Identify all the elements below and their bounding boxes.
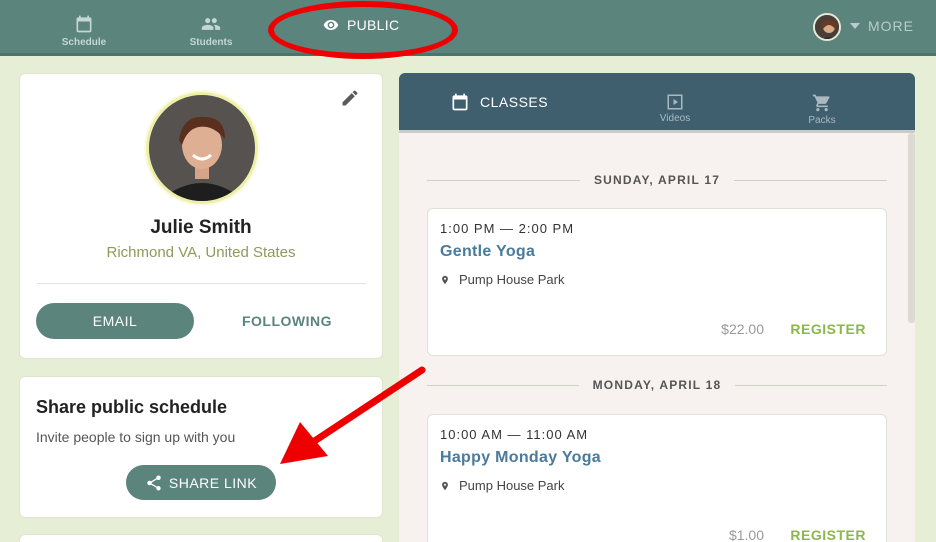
- people-icon: [201, 18, 221, 30]
- profile-card: Julie Smith Richmond VA, United States E…: [19, 73, 383, 359]
- next-card: [19, 534, 383, 542]
- tab-videos-label: Videos: [659, 113, 691, 124]
- day-header: SUNDAY, APRIL 17: [427, 172, 888, 188]
- schedule-tabs: CLASSES Videos Packs: [399, 73, 915, 133]
- class-name-link[interactable]: Gentle Yoga: [440, 243, 535, 261]
- day-date: MONDAY, APRIL 18: [592, 378, 722, 392]
- nav-schedule[interactable]: Schedule: [44, 14, 124, 48]
- annotation-ellipse: [268, 1, 458, 59]
- share-link-label: SHARE LINK: [168, 474, 258, 491]
- tab-packs[interactable]: Packs: [792, 93, 852, 126]
- divider: [37, 283, 366, 284]
- day-header: MONDAY, APRIL 18: [427, 377, 888, 393]
- cart-icon: [812, 94, 830, 112]
- share-icon: [147, 474, 161, 490]
- class-location-text: Pump House Park: [459, 272, 565, 287]
- register-button[interactable]: REGISTER: [790, 321, 866, 337]
- more-menu[interactable]: MORE: [850, 18, 914, 34]
- user-avatar[interactable]: [813, 13, 841, 41]
- class-price: $22.00: [721, 321, 764, 337]
- location-pin-icon: [442, 481, 448, 490]
- avatar-photo: [815, 15, 839, 39]
- nav-students[interactable]: Students: [171, 14, 251, 48]
- email-button[interactable]: EMAIL: [36, 303, 194, 339]
- edit-icon[interactable]: [340, 88, 360, 113]
- class-location: Pump House Park: [440, 478, 565, 493]
- schedule-panel: CLASSES Videos Packs SUNDAY, APRIL 17 1:…: [399, 73, 915, 542]
- more-label: MORE: [868, 18, 914, 34]
- share-subtitle: Invite people to sign up with you: [36, 429, 236, 445]
- tab-videos[interactable]: Videos: [645, 93, 705, 124]
- profile-location: Richmond VA, United States: [106, 244, 296, 261]
- class-time: 10:00 AM — 11:00 AM: [440, 427, 589, 442]
- annotation-arrow: [280, 366, 426, 464]
- class-card[interactable]: 10:00 AM — 11:00 AM Happy Monday Yoga Pu…: [427, 414, 887, 542]
- tab-packs-label: Packs: [808, 115, 836, 126]
- following-button[interactable]: FOLLOWING: [220, 303, 354, 339]
- calendar-icon: [452, 93, 468, 111]
- scrollbar[interactable]: [908, 133, 915, 323]
- share-title: Share public schedule: [36, 397, 228, 417]
- top-nav-bar: Schedule Students PUBLIC MORE: [0, 0, 936, 56]
- class-name-link[interactable]: Happy Monday Yoga: [440, 449, 601, 467]
- profile-avatar: [146, 92, 258, 204]
- share-link-button[interactable]: SHARE LINK: [126, 465, 276, 500]
- tab-classes[interactable]: CLASSES: [450, 92, 548, 112]
- nav-schedule-label: Schedule: [61, 37, 107, 48]
- class-price: $1.00: [728, 527, 764, 542]
- class-location: Pump House Park: [440, 272, 565, 287]
- location-pin-icon: [442, 275, 448, 284]
- tab-classes-label: CLASSES: [480, 94, 549, 110]
- class-location-text: Pump House Park: [459, 478, 565, 493]
- day-date: SUNDAY, APRIL 17: [593, 173, 721, 187]
- class-time: 1:00 PM — 2:00 PM: [440, 221, 575, 236]
- class-card[interactable]: 1:00 PM — 2:00 PM Gentle Yoga Pump House…: [427, 208, 887, 356]
- register-button[interactable]: REGISTER: [790, 527, 866, 542]
- profile-name: Julie Smith: [150, 217, 252, 238]
- calendar-icon: [76, 15, 92, 33]
- play-icon: [667, 94, 683, 110]
- caret-down-icon: [850, 23, 860, 29]
- nav-students-label: Students: [189, 37, 233, 48]
- profile-photo: [149, 95, 255, 201]
